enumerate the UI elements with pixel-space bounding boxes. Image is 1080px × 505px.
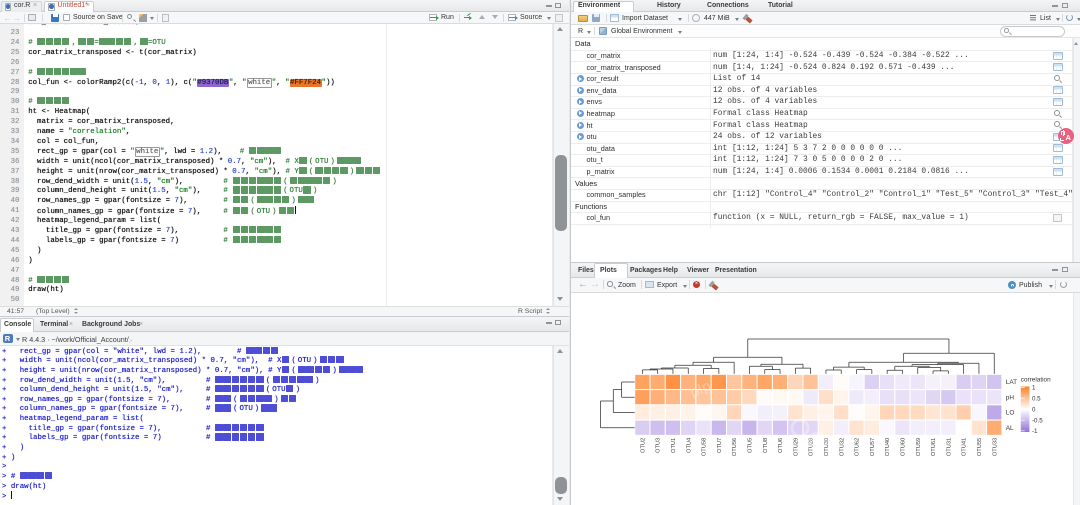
svg-text:OTU62: OTU62 — [855, 438, 861, 456]
svg-text:OTU6: OTU6 — [778, 438, 784, 453]
svg-text:OTU29: OTU29 — [793, 438, 799, 456]
svg-text:OTU40: OTU40 — [885, 438, 891, 456]
svg-text:OTU59: OTU59 — [916, 438, 922, 456]
svg-text:OTU32: OTU32 — [839, 438, 845, 456]
svg-text:OTU1: OTU1 — [671, 438, 677, 453]
svg-text:pH: pH — [1006, 394, 1015, 401]
svg-text:OTU58: OTU58 — [702, 438, 708, 456]
svg-text:OTU8: OTU8 — [763, 438, 769, 453]
svg-text:AL: AL — [1006, 425, 1014, 432]
svg-text:0: 0 — [1032, 406, 1036, 413]
svg-text:OTU31: OTU31 — [946, 438, 952, 456]
svg-text:0.5: 0.5 — [1032, 395, 1041, 402]
svg-text:OTU3: OTU3 — [656, 438, 662, 453]
svg-text:OTU7: OTU7 — [717, 438, 723, 453]
svg-text:OTU56: OTU56 — [732, 438, 738, 456]
svg-text:OTU61: OTU61 — [931, 438, 937, 456]
svg-text:OTU41: OTU41 — [962, 438, 968, 456]
svg-text:OTU57: OTU57 — [870, 438, 876, 456]
svg-text:OTU5: OTU5 — [748, 438, 754, 453]
svg-text:-1: -1 — [1032, 428, 1038, 435]
svg-text:LAT: LAT — [1006, 379, 1017, 386]
svg-text:OTU4: OTU4 — [686, 438, 692, 453]
svg-text:-0.5: -0.5 — [1032, 417, 1043, 424]
svg-text:OTU55: OTU55 — [977, 438, 983, 456]
svg-text:OTU33: OTU33 — [992, 438, 998, 456]
svg-text:LO: LO — [1006, 410, 1015, 417]
svg-text:1: 1 — [1032, 385, 1036, 392]
svg-text:OTU60: OTU60 — [901, 438, 907, 456]
svg-text:correlation: correlation — [1021, 377, 1051, 384]
svg-text:OTU2: OTU2 — [640, 438, 646, 453]
